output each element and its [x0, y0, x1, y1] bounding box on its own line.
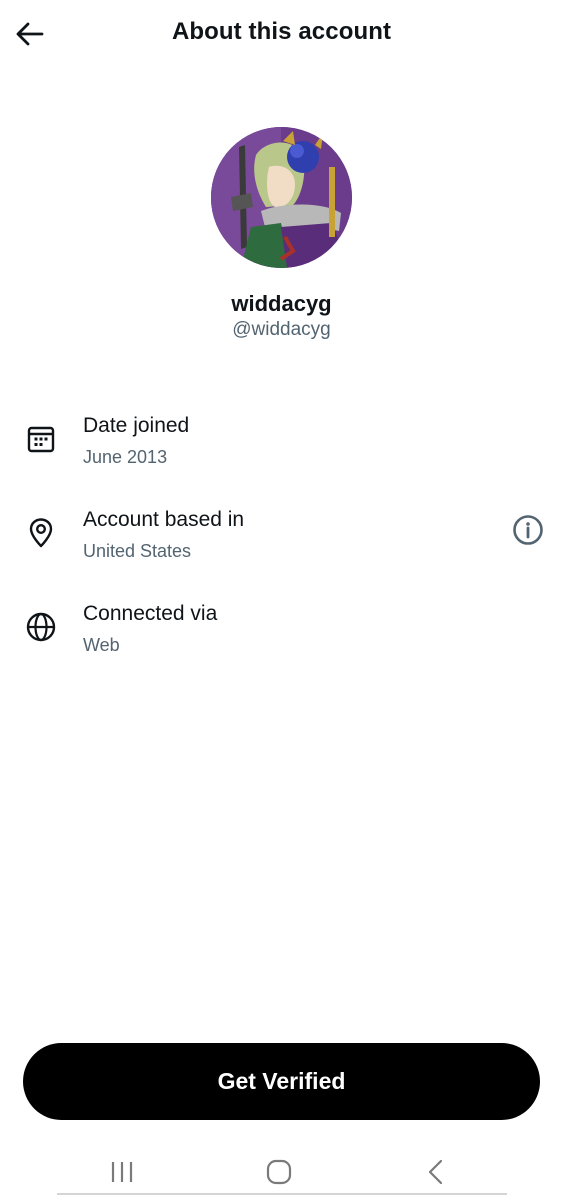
calendar-icon: [24, 422, 58, 456]
recents-button[interactable]: [92, 1150, 152, 1194]
display-name: widdacyg: [231, 291, 332, 316]
handle: @widdacyg: [232, 319, 331, 340]
location-info-button[interactable]: [509, 511, 547, 549]
recents-icon: [111, 1162, 133, 1182]
connected-via-value: Web: [83, 635, 120, 655]
date-joined-row: Date joined June 2013: [0, 414, 563, 490]
get-verified-button[interactable]: Get Verified: [23, 1043, 540, 1120]
bottom-divider: [57, 1193, 507, 1195]
home-button[interactable]: [249, 1150, 309, 1194]
account-based-in-row: Account based in United States: [0, 508, 563, 584]
date-joined-value: June 2013: [83, 447, 168, 467]
connected-via-label: Connected via: [83, 602, 218, 625]
globe-icon: [24, 610, 58, 644]
top-bar: About this account: [0, 0, 563, 68]
info-circle-icon: [513, 515, 543, 545]
about-account-screen: About this account widdacyg @widdacyg Da…: [0, 0, 563, 1200]
connected-via-row: Connected via Web: [0, 602, 563, 678]
date-joined-label: Date joined: [83, 414, 190, 437]
account-based-in-value: United States: [83, 541, 192, 561]
location-pin-icon: [24, 516, 58, 550]
back-chevron-icon: [428, 1159, 443, 1185]
avatar-illustration: [211, 127, 352, 268]
avatar[interactable]: [211, 127, 352, 268]
system-back-button[interactable]: [406, 1150, 466, 1194]
home-icon: [266, 1159, 292, 1185]
page-title: About this account: [171, 18, 392, 45]
account-based-in-label: Account based in: [83, 508, 245, 531]
